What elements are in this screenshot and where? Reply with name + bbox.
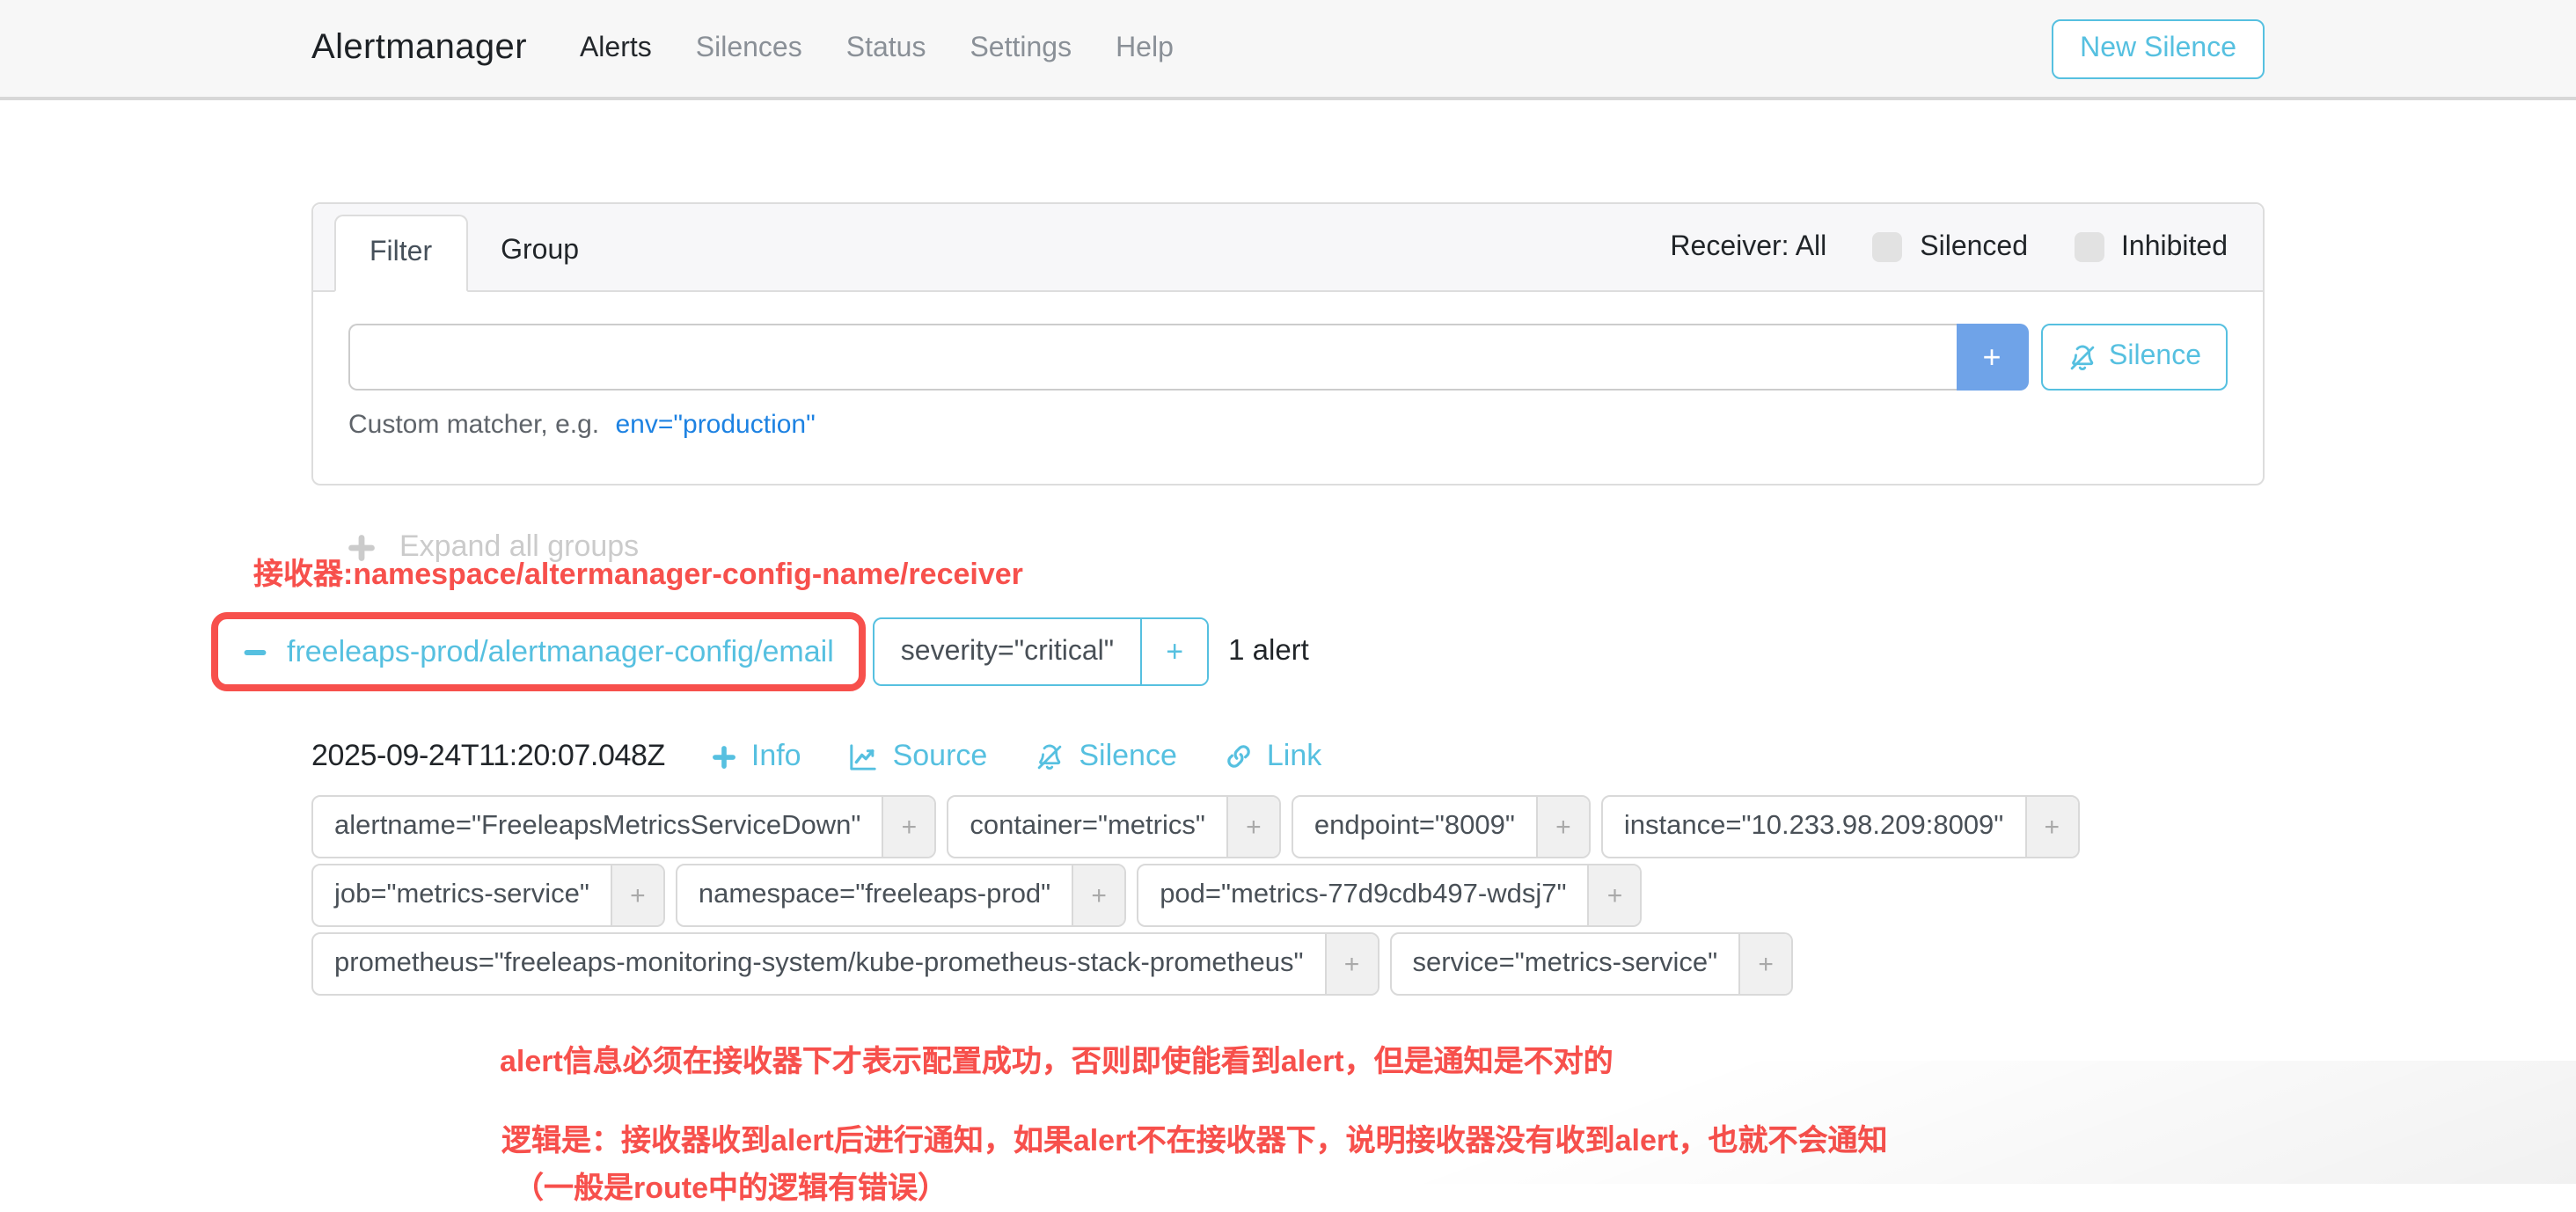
- tab-filter[interactable]: Filter: [334, 215, 467, 292]
- group-matcher-plus-button[interactable]: +: [1140, 619, 1207, 684]
- new-silence-button[interactable]: New Silence: [2052, 18, 2265, 78]
- alert-meta-row: 2025-09-24T11:20:07.048Z Info Source: [311, 739, 2265, 774]
- label-filter-plus-button[interactable]: +: [1072, 865, 1124, 925]
- label-filter-plus-button[interactable]: +: [1738, 934, 1791, 994]
- annotation-highlight-box: freeleaps-prod/alertmanager-config/email: [211, 612, 866, 691]
- group-name: freeleaps-prod/alertmanager-config/email: [287, 634, 834, 669]
- main-nav: Alerts Silences Status Settings Help: [580, 33, 1174, 64]
- alert-label-tag: service="metrics-service" +: [1389, 932, 1793, 996]
- label-filter-plus-button[interactable]: +: [1226, 797, 1279, 857]
- label-filter-plus-button[interactable]: +: [1536, 797, 1589, 857]
- inhibited-checkbox[interactable]: Inhibited: [2074, 231, 2228, 263]
- alert-label-tag: container="metrics" +: [947, 795, 1281, 858]
- group-collapse-button[interactable]: freeleaps-prod/alertmanager-config/email: [223, 623, 853, 681]
- alert-label-tag: namespace="freeleaps-prod" +: [676, 864, 1126, 927]
- filter-panel-body: + Silence Custom matcher, e.g.: [313, 292, 2263, 484]
- alert-source-label: Source: [893, 739, 988, 774]
- plus-icon: [711, 743, 737, 770]
- label-text: instance="10.233.98.209:8009": [1603, 797, 2024, 857]
- matcher-example-link[interactable]: env="production": [615, 410, 815, 440]
- annotation-note-logic: 逻辑是：接收器收到alert后进行通知，如果alert不在接收器下，说明接收器没…: [501, 1117, 2265, 1165]
- alert-label-tag: prometheus="freeleaps-monitoring-system/…: [311, 932, 1379, 996]
- label-text: endpoint="8009": [1293, 797, 1536, 857]
- label-text: alertname="FreeleapsMetricsServiceDown": [313, 797, 882, 857]
- label-text: namespace="freeleaps-prod": [677, 865, 1072, 925]
- add-matcher-button[interactable]: +: [1956, 324, 2028, 391]
- alert-group-row: freeleaps-prod/alertmanager-config/email…: [211, 612, 2265, 691]
- label-filter-plus-button[interactable]: +: [611, 865, 663, 925]
- checkbox-box-icon: [2074, 232, 2104, 262]
- alert-source-link[interactable]: Source: [849, 739, 988, 774]
- alert-link-label: Link: [1267, 739, 1321, 774]
- label-text: service="metrics-service": [1391, 934, 1738, 994]
- alert-silence-label: Silence: [1079, 739, 1177, 774]
- alert-info-button[interactable]: Info: [711, 739, 801, 774]
- chart-icon: [849, 741, 879, 771]
- checkbox-box-icon: [1872, 232, 1902, 262]
- receiver-selector[interactable]: Receiver: All: [1670, 231, 1826, 263]
- alert-label-tag: endpoint="8009" +: [1292, 795, 1591, 858]
- silence-button[interactable]: Silence: [2040, 324, 2228, 391]
- tab-group[interactable]: Group: [467, 213, 612, 290]
- label-filter-plus-button[interactable]: +: [882, 797, 934, 857]
- label-text: pod="metrics-77d9cdb497-wdsj7": [1138, 865, 1587, 925]
- alert-link-button[interactable]: Link: [1225, 739, 1321, 774]
- group-matcher-chip: severity="critical" +: [873, 617, 1209, 686]
- panel-tabs: Filter Group: [334, 204, 612, 290]
- bell-slash-icon: [1035, 741, 1065, 771]
- matcher-input-group: +: [348, 324, 2028, 391]
- alertmanager-app: Alertmanager Alerts Silences Status Sett…: [0, 0, 2576, 1184]
- alert-silence-button[interactable]: Silence: [1035, 739, 1177, 774]
- alert-count: 1 alert: [1228, 635, 1309, 668]
- silenced-checkbox-label: Silenced: [1920, 231, 2028, 263]
- alert-labels: alertname="FreeleapsMetricsServiceDown" …: [311, 793, 2282, 997]
- group-matcher-text: severity="critical": [875, 619, 1140, 684]
- annotation-note-config: alert信息必须在接收器下才表示配置成功，否则即使能看到alert，但是通知是…: [500, 1036, 2265, 1080]
- annotation-note-route: （一般是route中的逻辑有错误）: [514, 1165, 2265, 1212]
- alert-label-tag: job="metrics-service" +: [311, 864, 665, 927]
- alert-timestamp: 2025-09-24T11:20:07.048Z: [311, 739, 665, 774]
- alert-label-tag: alertname="FreeleapsMetricsServiceDown" …: [311, 795, 936, 858]
- filter-options: Receiver: All Silenced Inhibited: [1670, 231, 2228, 263]
- label-filter-plus-button[interactable]: +: [1324, 934, 1377, 994]
- minus-icon: [243, 639, 267, 664]
- annotation-receiver-note: 接收器:namespace/altermanager-config-name/r…: [253, 549, 2265, 593]
- navbar: Alertmanager Alerts Silences Status Sett…: [0, 0, 2576, 100]
- main-content: Filter Group Receiver: All Silenced Inhi…: [311, 202, 2265, 1212]
- bell-slash-icon: [2067, 342, 2097, 372]
- silenced-checkbox[interactable]: Silenced: [1872, 231, 2028, 263]
- hint-text: Custom matcher, e.g.: [348, 410, 599, 440]
- matcher-input[interactable]: [348, 324, 1956, 391]
- nav-alerts[interactable]: Alerts: [580, 33, 652, 64]
- link-icon: [1225, 742, 1253, 770]
- nav-silences[interactable]: Silences: [696, 33, 802, 64]
- filter-panel: Filter Group Receiver: All Silenced Inhi…: [311, 202, 2265, 486]
- nav-status[interactable]: Status: [846, 33, 926, 64]
- label-filter-plus-button[interactable]: +: [1588, 865, 1641, 925]
- label-text: job="metrics-service": [313, 865, 611, 925]
- alert-label-tag: instance="10.233.98.209:8009" +: [1601, 795, 2079, 858]
- label-filter-plus-button[interactable]: +: [2024, 797, 2077, 857]
- silence-button-label: Silence: [2109, 341, 2201, 373]
- nav-help[interactable]: Help: [1116, 33, 1174, 64]
- alert-info-label: Info: [751, 739, 801, 774]
- label-text: prometheus="freeleaps-monitoring-system/…: [313, 934, 1324, 994]
- app-brand[interactable]: Alertmanager: [311, 28, 527, 69]
- inhibited-checkbox-label: Inhibited: [2121, 231, 2228, 263]
- label-text: container="metrics": [948, 797, 1226, 857]
- alert-label-tag: pod="metrics-77d9cdb497-wdsj7" +: [1137, 864, 1642, 927]
- matcher-hint: Custom matcher, e.g. env="production": [348, 410, 2228, 440]
- filter-panel-header: Filter Group Receiver: All Silenced Inhi…: [313, 204, 2263, 292]
- nav-settings[interactable]: Settings: [970, 33, 1072, 64]
